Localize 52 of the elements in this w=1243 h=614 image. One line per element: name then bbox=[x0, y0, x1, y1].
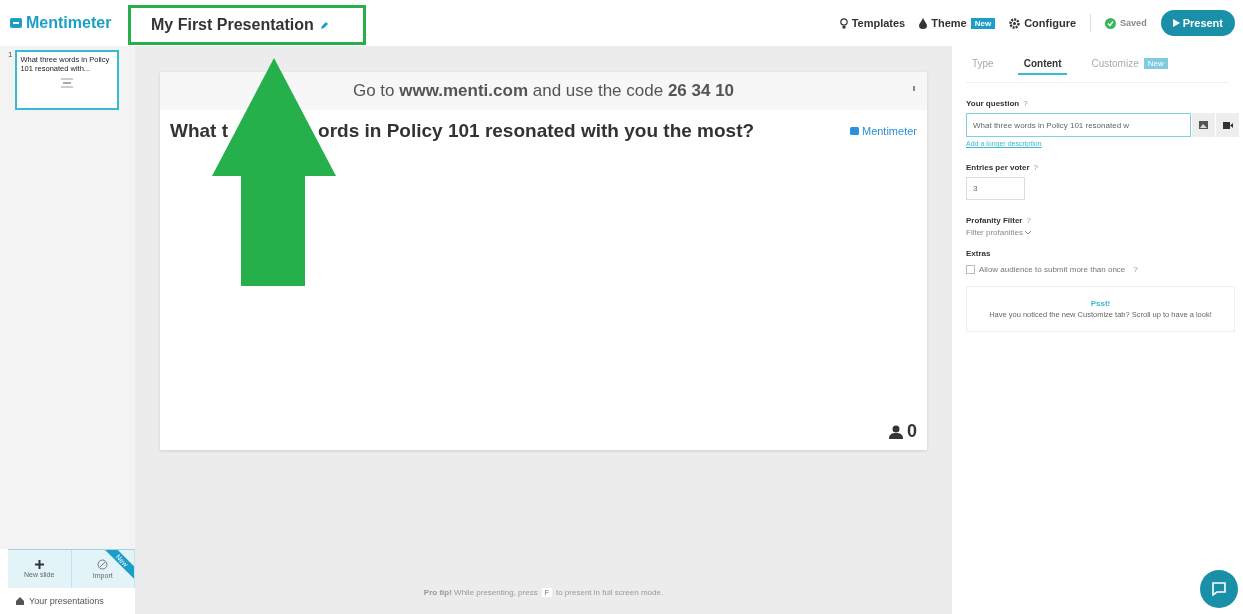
video-camera-icon bbox=[1222, 121, 1233, 129]
plus-icon bbox=[34, 560, 44, 569]
checkbox-label: Allow audience to submit more than once bbox=[979, 265, 1126, 274]
chat-icon bbox=[1211, 582, 1227, 596]
field-label: Entries per voter ? bbox=[966, 163, 1040, 172]
new-badge: New bbox=[1143, 57, 1168, 69]
image-button[interactable] bbox=[1191, 113, 1216, 137]
question-field[interactable]: What three words in Policy 101 resonated w bbox=[966, 113, 1192, 137]
present-button[interactable]: Present bbox=[1160, 10, 1235, 36]
presentation-title[interactable]: My First Presentation bbox=[151, 16, 314, 34]
brand-logo: Mentimeter bbox=[849, 120, 917, 142]
panel-tab[interactable]: Content bbox=[1017, 53, 1068, 75]
play-icon bbox=[1172, 19, 1180, 27]
help-mark[interactable]: ? bbox=[1026, 216, 1031, 225]
notice-title: Psst! bbox=[1090, 299, 1111, 308]
field-label: Extras bbox=[966, 249, 992, 258]
help-mark[interactable]: ? bbox=[1023, 99, 1028, 108]
presentations-link[interactable]: Your presentations bbox=[0, 588, 135, 614]
slide-number: 1 bbox=[8, 50, 13, 61]
field-label: Your question ? bbox=[966, 99, 1029, 108]
drop-icon bbox=[919, 17, 928, 29]
video-button[interactable] bbox=[1215, 113, 1239, 137]
profanity-dropdown[interactable]: Filter profanities bbox=[966, 228, 1031, 237]
check-circle-icon bbox=[1105, 17, 1117, 29]
image-icon bbox=[1199, 121, 1209, 129]
import-icon bbox=[97, 559, 109, 570]
help-mark[interactable]: ? bbox=[1133, 265, 1138, 274]
pro-tip-text: Pro tip! While presenting, press bbox=[423, 587, 538, 597]
logo-icon bbox=[849, 127, 859, 135]
save-status: Saved bbox=[1105, 17, 1147, 29]
participant-count: 0 bbox=[889, 421, 917, 442]
toolbar-link[interactable]: Theme New bbox=[919, 17, 996, 29]
slide-title: What t bbox=[170, 120, 229, 142]
field-label: Profanity Filter ? bbox=[966, 216, 1032, 225]
logo[interactable]: Mentimeter bbox=[10, 14, 114, 32]
pro-tip-text: to present in full screen mode. bbox=[555, 587, 664, 597]
toolbar-link[interactable]: Configure bbox=[1009, 17, 1077, 29]
help-mark[interactable]: ? bbox=[1033, 163, 1039, 172]
word-cloud-icon bbox=[60, 77, 75, 89]
chevron-down-icon bbox=[1024, 230, 1031, 235]
new-badge: New bbox=[970, 17, 996, 29]
person-icon bbox=[889, 424, 903, 439]
pencil-icon[interactable] bbox=[319, 20, 329, 30]
join-instructions: Go to www.menti.com and use the code 26 34 10 bbox=[352, 81, 735, 101]
logo-icon bbox=[10, 18, 22, 28]
settings-icon bbox=[1009, 17, 1021, 29]
entries-field[interactable]: 3 bbox=[966, 177, 1025, 200]
checkbox[interactable] bbox=[966, 265, 975, 274]
lightbulb-icon bbox=[839, 17, 848, 29]
toolbar-link[interactable]: Templates bbox=[839, 17, 906, 29]
slide-title: ords in Policy 101 resonated with you the most? bbox=[318, 120, 756, 142]
home-icon bbox=[16, 597, 24, 605]
